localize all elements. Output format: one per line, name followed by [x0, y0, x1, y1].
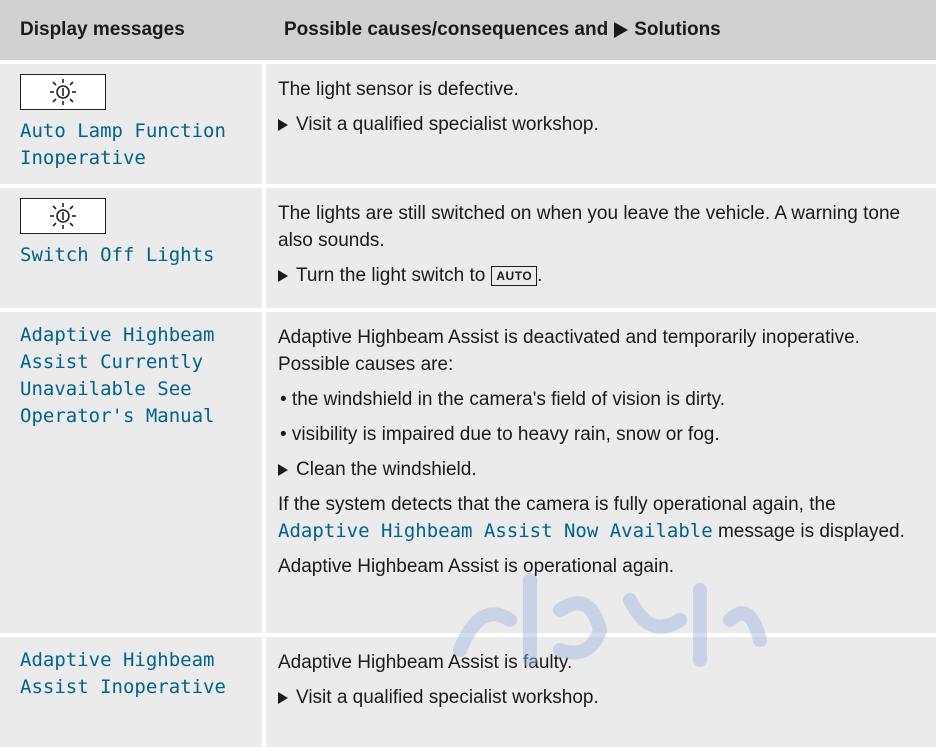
header-display-messages: Display messages: [20, 19, 185, 40]
display-messages-table: Display messages Possible causes/consequ…: [0, 0, 936, 751]
solution-step: Visit a qualified specialist workshop.: [278, 684, 918, 711]
message-cell: Adaptive Highbeam Assist Currently Unava…: [0, 312, 262, 633]
message-cell: Switch Off Lights: [0, 188, 262, 308]
table-row: Adaptive Highbeam Assist Currently Unava…: [0, 312, 936, 637]
cause-cell: Adaptive Highbeam Assist is deactivated …: [266, 312, 936, 633]
table-row: Switch Off Lights The lights are still s…: [0, 188, 936, 312]
table-header: Display messages Possible causes/consequ…: [0, 0, 936, 64]
header-causes-label: Possible causes/consequences and: [284, 19, 609, 40]
message-cell: Auto Lamp Function Inoperative: [0, 64, 262, 184]
note-prefix: If the system detects that the camera is…: [278, 494, 836, 515]
header-solutions-label: Solutions: [634, 19, 721, 40]
solution-step: Clean the windshield.: [278, 456, 918, 483]
step-arrow-icon: [278, 463, 288, 476]
step-text: Turn the light switch to: [296, 265, 486, 286]
cause-text: Adaptive Highbeam Assist is deactivated …: [278, 327, 860, 375]
light-sensor-icon: [20, 198, 106, 234]
display-message: Adaptive Highbeam Assist Currently Unava…: [20, 324, 215, 427]
header-causes-solutions: Possible causes/consequences and Solutio…: [272, 19, 936, 41]
display-message: Switch Off Lights: [20, 244, 215, 266]
cause-bullet: • visibility is impaired due to heavy ra…: [280, 424, 720, 445]
cause-text: The lights are still switched on when yo…: [278, 203, 901, 251]
solution-arrow-icon: [614, 22, 629, 38]
step-text: Visit a qualified specialist workshop.: [296, 114, 599, 135]
display-message: Adaptive Highbeam Assist Inoperative: [20, 649, 226, 698]
cause-text: The light sensor is defective.: [278, 79, 519, 100]
light-sensor-icon: [20, 74, 106, 110]
step-text: Clean the windshield.: [296, 459, 477, 480]
cause-bullet: • the windshield in the camera's field o…: [280, 389, 726, 410]
display-message-inline: Adaptive Highbeam Assist Now Available: [278, 520, 713, 542]
cause-cell: The light sensor is defective. Visit a q…: [266, 64, 936, 184]
table-row: Auto Lamp Function Inoperative The light…: [0, 64, 936, 188]
step-text: Visit a qualified specialist workshop.: [296, 687, 599, 708]
message-cell: Adaptive Highbeam Assist Inoperative: [0, 637, 262, 747]
step-arrow-icon: [278, 118, 288, 131]
solution-step: Turn the light switch to AUTO .: [278, 262, 918, 289]
cause-cell: Adaptive Highbeam Assist is faulty. Visi…: [266, 637, 936, 747]
solution-step: Visit a qualified specialist workshop.: [278, 111, 918, 138]
table-row: Adaptive Highbeam Assist Inoperative Ada…: [0, 637, 936, 751]
cause-text: Adaptive Highbeam Assist is faulty.: [278, 652, 573, 673]
cause-cell: The lights are still switched on when yo…: [266, 188, 936, 308]
step-suffix: .: [537, 265, 543, 286]
step-arrow-icon: [278, 691, 288, 704]
status-note-end: Adaptive Highbeam Assist is operational …: [278, 556, 675, 577]
display-message: Auto Lamp Function Inoperative: [20, 120, 226, 169]
status-note: If the system detects that the camera is…: [278, 491, 918, 545]
auto-key-badge: AUTO: [491, 265, 538, 286]
note-suffix: message is displayed.: [717, 521, 905, 542]
step-arrow-icon: [278, 269, 288, 282]
